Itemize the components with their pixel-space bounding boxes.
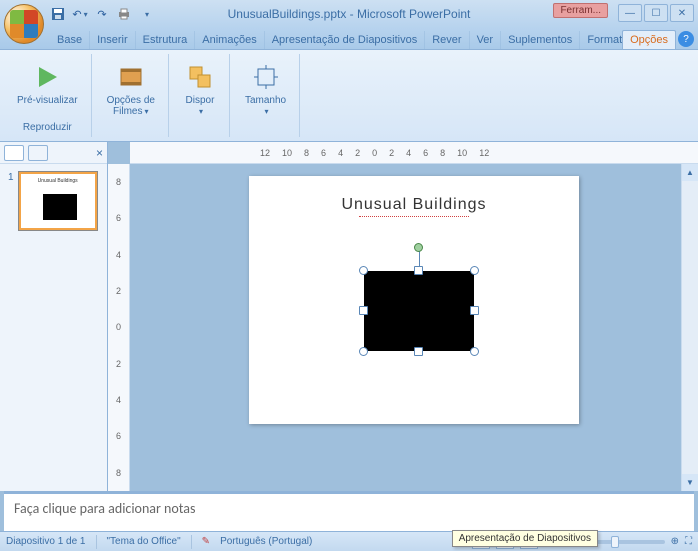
group-reproduzir: Pré-visualizar Reproduzir xyxy=(4,54,92,137)
size-icon xyxy=(250,61,282,93)
film-icon xyxy=(115,61,147,93)
print-icon[interactable] xyxy=(116,6,132,22)
panel-close-icon[interactable]: × xyxy=(96,146,103,160)
resize-handle[interactable] xyxy=(470,306,479,315)
tab-rever[interactable]: Rever xyxy=(425,31,469,49)
horizontal-ruler: 12108642024681012 xyxy=(130,142,698,164)
tooltip: Apresentação de Diapositivos xyxy=(452,530,598,547)
tab-ver[interactable]: Ver xyxy=(470,31,502,49)
tab-animacoes[interactable]: Animações xyxy=(195,31,264,49)
language-indicator[interactable]: Português (Portugal) xyxy=(220,536,312,547)
qat-customize-icon[interactable]: ▾ xyxy=(138,6,154,22)
tab-base[interactable]: Base xyxy=(50,31,90,49)
tab-inserir[interactable]: Inserir xyxy=(90,31,136,49)
window-title: UnusualBuildings.pptx - Microsoft PowerP… xyxy=(228,7,471,21)
resize-handle[interactable] xyxy=(359,266,368,275)
rotation-connector xyxy=(419,251,420,267)
group-opcoes-filmes: Opções de Filmes▾ xyxy=(94,54,169,137)
arrange-button[interactable]: Dispor▾ xyxy=(179,58,221,120)
maximize-button[interactable]: ☐ xyxy=(644,4,668,22)
help-icon[interactable]: ? xyxy=(678,31,694,47)
notes-pane[interactable]: Faça clique para adicionar notas xyxy=(4,491,694,531)
tab-apresentacao[interactable]: Apresentação de Diapositivos xyxy=(265,31,426,49)
contextual-tab-tools[interactable]: Ferram... xyxy=(553,3,608,18)
slide-canvas[interactable]: Unusual Buildings xyxy=(130,164,698,491)
arrange-icon xyxy=(184,61,216,93)
resize-handle[interactable] xyxy=(414,347,423,356)
redo-icon[interactable]: ↷ xyxy=(94,6,110,22)
slide-editor: 12108642024681012 864202468 Unusual Buil… xyxy=(108,142,698,491)
slide[interactable]: Unusual Buildings xyxy=(249,176,579,424)
ribbon-tabs: Base Inserir Estrutura Animações Apresen… xyxy=(0,28,698,50)
scroll-down-icon[interactable]: ▼ xyxy=(682,474,698,491)
work-area: × 1 Unusual Buildings 12108642024681012 … xyxy=(0,142,698,531)
play-icon xyxy=(31,61,63,93)
tab-estrutura[interactable]: Estrutura xyxy=(136,31,196,49)
undo-icon[interactable]: ↶▾ xyxy=(72,6,88,22)
group-tamanho: Tamanho▾ xyxy=(232,54,300,137)
resize-handle[interactable] xyxy=(470,347,479,356)
minimize-button[interactable]: — xyxy=(618,4,642,22)
resize-handle[interactable] xyxy=(414,266,423,275)
slide-title-text[interactable]: Unusual Buildings xyxy=(249,196,579,214)
office-button[interactable] xyxy=(4,4,44,44)
preview-button[interactable]: Pré-visualizar xyxy=(12,58,83,109)
media-placeholder[interactable] xyxy=(364,271,474,351)
title-bar: ↶▾ ↷ ▾ UnusualBuildings.pptx - Microsoft… xyxy=(0,0,698,28)
movie-options-button[interactable]: Opções de Filmes▾ xyxy=(102,58,160,120)
vertical-scrollbar[interactable]: ▲ ▼ xyxy=(681,164,698,491)
group-dispor: Dispor▾ xyxy=(171,54,230,137)
theme-name: "Tema do Office" xyxy=(107,536,181,547)
ribbon: Pré-visualizar Reproduzir Opções de Film… xyxy=(0,50,698,142)
slide-thumbnail[interactable]: 1 Unusual Buildings xyxy=(8,172,99,233)
tab-suplementos[interactable]: Suplementos xyxy=(501,31,580,49)
slides-tab-icon[interactable] xyxy=(4,145,24,161)
tab-opcoes[interactable]: Opções xyxy=(622,30,676,49)
fit-to-window-button[interactable]: ⛶ xyxy=(685,536,692,547)
rotation-handle[interactable] xyxy=(414,243,423,252)
thumb-number: 1 xyxy=(8,172,14,183)
outline-tab-icon[interactable] xyxy=(28,145,48,161)
zoom-in-button[interactable]: ⊕ xyxy=(671,536,679,547)
close-button[interactable]: ✕ xyxy=(670,4,694,22)
quick-access-toolbar: ↶▾ ↷ ▾ xyxy=(50,6,154,22)
slide-counter: Diapositivo 1 de 1 xyxy=(6,536,86,547)
resize-handle[interactable] xyxy=(359,306,368,315)
size-button[interactable]: Tamanho▾ xyxy=(240,58,291,120)
group-title-reproduzir: Reproduzir xyxy=(23,122,72,133)
spellcheck-icon[interactable]: ✎ xyxy=(202,536,210,547)
scroll-up-icon[interactable]: ▲ xyxy=(682,164,698,181)
save-icon[interactable] xyxy=(50,6,66,22)
slides-panel: × 1 Unusual Buildings xyxy=(0,142,108,491)
video-object[interactable] xyxy=(364,271,474,351)
vertical-ruler: 864202468 xyxy=(108,164,130,491)
resize-handle[interactable] xyxy=(470,266,479,275)
resize-handle[interactable] xyxy=(359,347,368,356)
